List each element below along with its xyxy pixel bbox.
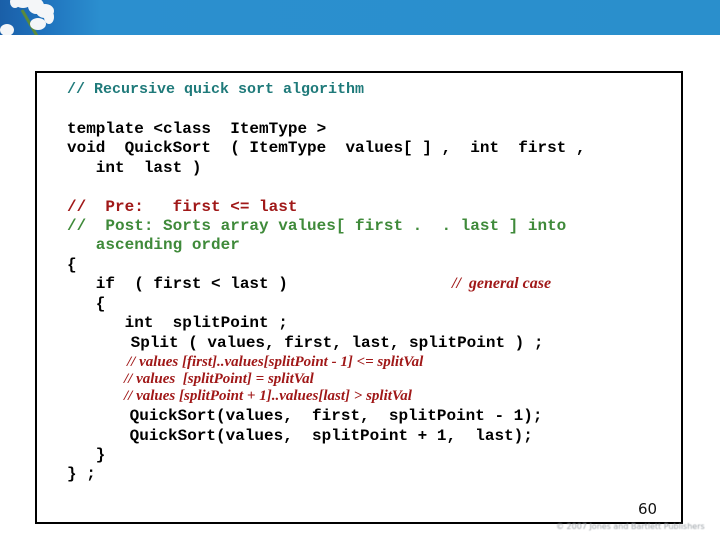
code-line: int splitPoint ; bbox=[67, 314, 288, 332]
code-line: void QuickSort ( ItemType values[ ] , in… bbox=[67, 139, 586, 157]
precondition-comment: // Pre: first <= last bbox=[67, 198, 298, 216]
split-invariant-comment: // values [splitPoint] = splitVal bbox=[124, 371, 314, 387]
code-line: { bbox=[67, 295, 106, 313]
code-line: QuickSort(values, splitPoint + 1, last); bbox=[72, 427, 533, 445]
code-line: int last ) bbox=[67, 159, 202, 177]
code-line: QuickSort(values, first, splitPoint - 1)… bbox=[72, 407, 543, 425]
header-banner bbox=[0, 0, 720, 35]
postcondition-comment-cont: ascending order bbox=[67, 236, 240, 254]
orchid-decoration-icon bbox=[0, 0, 80, 35]
code-line: { bbox=[67, 256, 77, 274]
code-line: } ; bbox=[67, 465, 96, 483]
page-number: 60 bbox=[638, 500, 658, 518]
code-line: } bbox=[67, 446, 106, 464]
split-invariant-comment: // values [first]..values[splitPoint - 1… bbox=[127, 354, 424, 370]
split-invariant-comment: // values [splitPoint + 1]..values[last]… bbox=[124, 388, 412, 404]
general-case-comment: // general case bbox=[452, 275, 552, 292]
code-title-comment: // Recursive quick sort algorithm bbox=[67, 81, 365, 98]
code-line: template <class ItemType > bbox=[67, 120, 327, 138]
code-line: Split ( values, first, last, splitPoint … bbox=[73, 334, 544, 352]
copyright-footer: © 2007 Jones and Bartlett Publishers bbox=[556, 522, 705, 531]
code-line: if ( first < last ) bbox=[67, 275, 288, 293]
postcondition-comment: // Post: Sorts array values[ first . . l… bbox=[67, 217, 567, 235]
